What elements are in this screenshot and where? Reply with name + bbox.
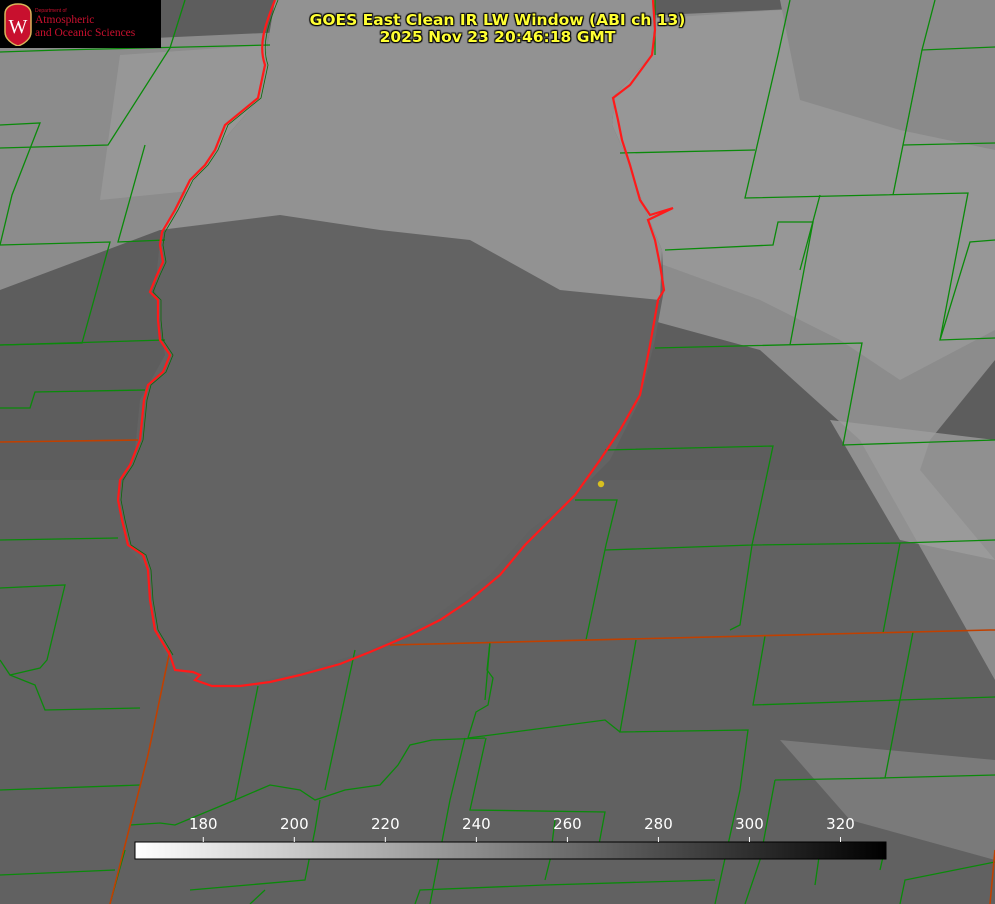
colorbar-gradient <box>134 841 887 860</box>
colorbar-tick-label: 220 <box>371 815 400 833</box>
location-marker <box>597 480 605 488</box>
colorbar-tick-label: 260 <box>553 815 582 833</box>
colorbar-tick-label: 280 <box>644 815 673 833</box>
colorbar-tick-label: 300 <box>735 815 764 833</box>
colorbar-tick-label: 320 <box>826 815 855 833</box>
colorbar-tick-label: 180 <box>188 815 218 833</box>
image-timestamp: 2025 Nov 23 20:46:18 GMT <box>379 28 616 46</box>
colorbar-tick-label: 240 <box>462 815 491 833</box>
colorbar-tick-label: 200 <box>279 815 309 833</box>
image-title: GOES East Clean IR LW Window (ABI ch 13) <box>309 11 686 29</box>
satellite-map <box>0 0 995 904</box>
